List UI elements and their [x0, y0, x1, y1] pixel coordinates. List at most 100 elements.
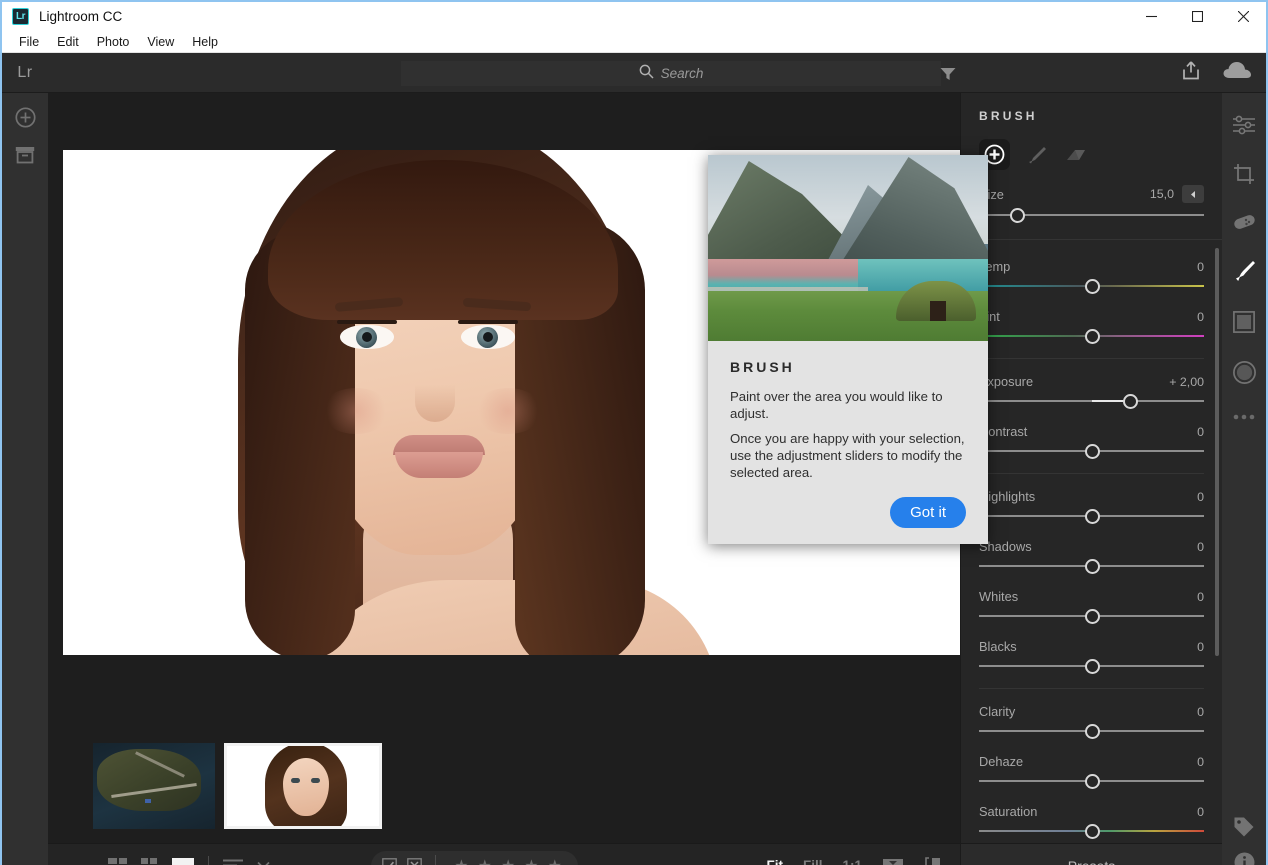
- square-grid-icon[interactable]: [141, 858, 158, 865]
- size-collapse-icon[interactable]: [1182, 185, 1204, 203]
- star-3[interactable]: ★: [501, 856, 515, 865]
- panel-divider-2: [979, 358, 1204, 359]
- slider-thumb-blacks[interactable]: [1084, 659, 1100, 674]
- slider-thumb-whites[interactable]: [1084, 609, 1100, 624]
- slider-thumb-size[interactable]: [1010, 208, 1026, 223]
- app-logo-icon: Lr: [12, 8, 29, 25]
- filter-funnel-icon[interactable]: [940, 67, 956, 86]
- slider-value-blacks: 0: [1197, 639, 1204, 654]
- slider-value-contrast: 0: [1197, 424, 1204, 439]
- slider-label-whites: Whites: [979, 589, 1019, 604]
- chevron-down-icon[interactable]: [257, 861, 270, 865]
- flag-pick-icon[interactable]: [377, 858, 402, 865]
- linear-gradient-icon[interactable]: [1233, 311, 1255, 333]
- slider-label-blacks: Blacks: [979, 639, 1017, 654]
- slider-value-clarity: 0: [1197, 704, 1204, 719]
- slider-value-saturation: 0: [1197, 804, 1204, 819]
- photo-nose: [415, 360, 455, 422]
- menubar: File Edit Photo View Help: [2, 31, 1266, 53]
- got-it-button[interactable]: Got it: [890, 497, 966, 529]
- slider-exposure: Exposure + 2,00: [979, 374, 1204, 409]
- adjustment-sliders-scroll[interactable]: Temp 0 Tint 0 Exposure + 2,00 Contrast 0…: [961, 240, 1222, 843]
- minimize-button[interactable]: [1128, 2, 1174, 31]
- share-icon[interactable]: [1182, 60, 1200, 85]
- thumbnail-portrait[interactable]: [224, 743, 382, 829]
- slider-thumb-contrast[interactable]: [1084, 444, 1100, 459]
- search-placeholder: Search: [660, 66, 704, 81]
- photo-lash-left: [337, 320, 397, 324]
- zoom-options: Fit Fill 1:1: [766, 857, 942, 865]
- slider-thumb-saturation[interactable]: [1084, 824, 1100, 839]
- slider-thumb-temp[interactable]: [1084, 279, 1100, 294]
- more-options-icon[interactable]: [1233, 414, 1255, 420]
- photo-blush-right: [473, 388, 543, 434]
- menu-item-help[interactable]: Help: [183, 33, 227, 51]
- star-1[interactable]: ★: [454, 856, 468, 865]
- slider-value-tint: 0: [1197, 309, 1204, 324]
- flag-reject-icon[interactable]: [402, 858, 427, 865]
- menu-item-file[interactable]: File: [10, 33, 48, 51]
- sort-icon[interactable]: [223, 859, 243, 865]
- edit-sliders-icon[interactable]: [1233, 115, 1255, 135]
- menu-item-edit[interactable]: Edit: [48, 33, 88, 51]
- slider-thumb-tint[interactable]: [1084, 329, 1100, 344]
- slider-thumb-exposure[interactable]: [1122, 394, 1138, 409]
- brush-tool-row: [979, 139, 1204, 170]
- slider-thumb-shadows[interactable]: [1084, 559, 1100, 574]
- cloud-icon[interactable]: [1222, 60, 1252, 85]
- thumbnail-aerial-landscape[interactable]: [93, 743, 215, 829]
- photo-blush-left: [321, 388, 391, 434]
- app-topbar: Lr Search: [2, 53, 1266, 93]
- presets-button[interactable]: Presets: [961, 843, 1222, 865]
- healing-icon[interactable]: [1233, 213, 1256, 231]
- brush-coachmark-popup: BRUSH Paint over the area you would like…: [708, 155, 988, 545]
- slider-thumb-highlights[interactable]: [1084, 509, 1100, 524]
- maximize-button[interactable]: [1174, 2, 1220, 31]
- slider-thumb-dehaze[interactable]: [1084, 774, 1100, 789]
- zoom-fit-button[interactable]: Fit: [766, 858, 783, 865]
- menu-item-view[interactable]: View: [138, 33, 183, 51]
- mosaic-grid-icon[interactable]: [108, 858, 127, 865]
- photo-lash-right: [458, 320, 518, 324]
- add-photos-icon[interactable]: [14, 107, 36, 128]
- eraser-tool[interactable]: [1061, 139, 1092, 170]
- slider-whites: Whites 0: [979, 589, 1204, 624]
- zoom-fill-button[interactable]: Fill: [803, 858, 823, 865]
- photo-viewer: BRUSH Paint over the area you would like…: [48, 93, 988, 729]
- slider-value-exposure: + 2,00: [1169, 374, 1204, 389]
- window-controls: [1128, 2, 1266, 31]
- slider-thumb-clarity[interactable]: [1084, 724, 1100, 739]
- tag-icon[interactable]: [1233, 816, 1255, 838]
- slider-clarity: Clarity 0: [979, 704, 1204, 739]
- info-icon[interactable]: [1234, 852, 1255, 865]
- bottom-toolbar: ★ ★ ★ ★ ★ Fit Fill 1:1: [48, 843, 960, 865]
- slider-size: Size 15,0: [979, 185, 1204, 223]
- search-input[interactable]: Search: [401, 61, 941, 86]
- star-2[interactable]: ★: [478, 856, 492, 865]
- panel-divider-3: [979, 473, 1204, 474]
- star-4[interactable]: ★: [524, 856, 538, 865]
- single-photo-icon[interactable]: [172, 857, 194, 865]
- star-5[interactable]: ★: [548, 856, 562, 865]
- slider-shadows: Shadows 0: [979, 539, 1204, 574]
- crop-icon[interactable]: [1233, 163, 1255, 185]
- before-after-icon[interactable]: [924, 857, 942, 865]
- close-button[interactable]: [1220, 2, 1266, 31]
- brush-tool[interactable]: [1020, 139, 1051, 170]
- library-archive-icon[interactable]: [15, 146, 35, 164]
- panel-scrollbar[interactable]: [1215, 248, 1219, 656]
- star-rating[interactable]: ★ ★ ★ ★ ★: [444, 856, 572, 865]
- panel-divider-4: [979, 688, 1204, 689]
- menu-item-photo[interactable]: Photo: [88, 33, 139, 51]
- right-rail: [1222, 93, 1266, 865]
- slider-tint: Tint 0: [979, 309, 1204, 344]
- slider-value-temp: 0: [1197, 259, 1204, 274]
- slider-label-dehaze: Dehaze: [979, 754, 1024, 769]
- radial-gradient-icon[interactable]: [1232, 361, 1256, 384]
- filmstrip-toggle-icon[interactable]: [882, 858, 904, 865]
- brush-icon[interactable]: [1232, 259, 1256, 283]
- zoom-1to1-button[interactable]: 1:1: [842, 858, 862, 865]
- slider-temp: Temp 0: [979, 259, 1204, 294]
- rating-divider: [435, 854, 437, 865]
- search-icon: [639, 64, 654, 84]
